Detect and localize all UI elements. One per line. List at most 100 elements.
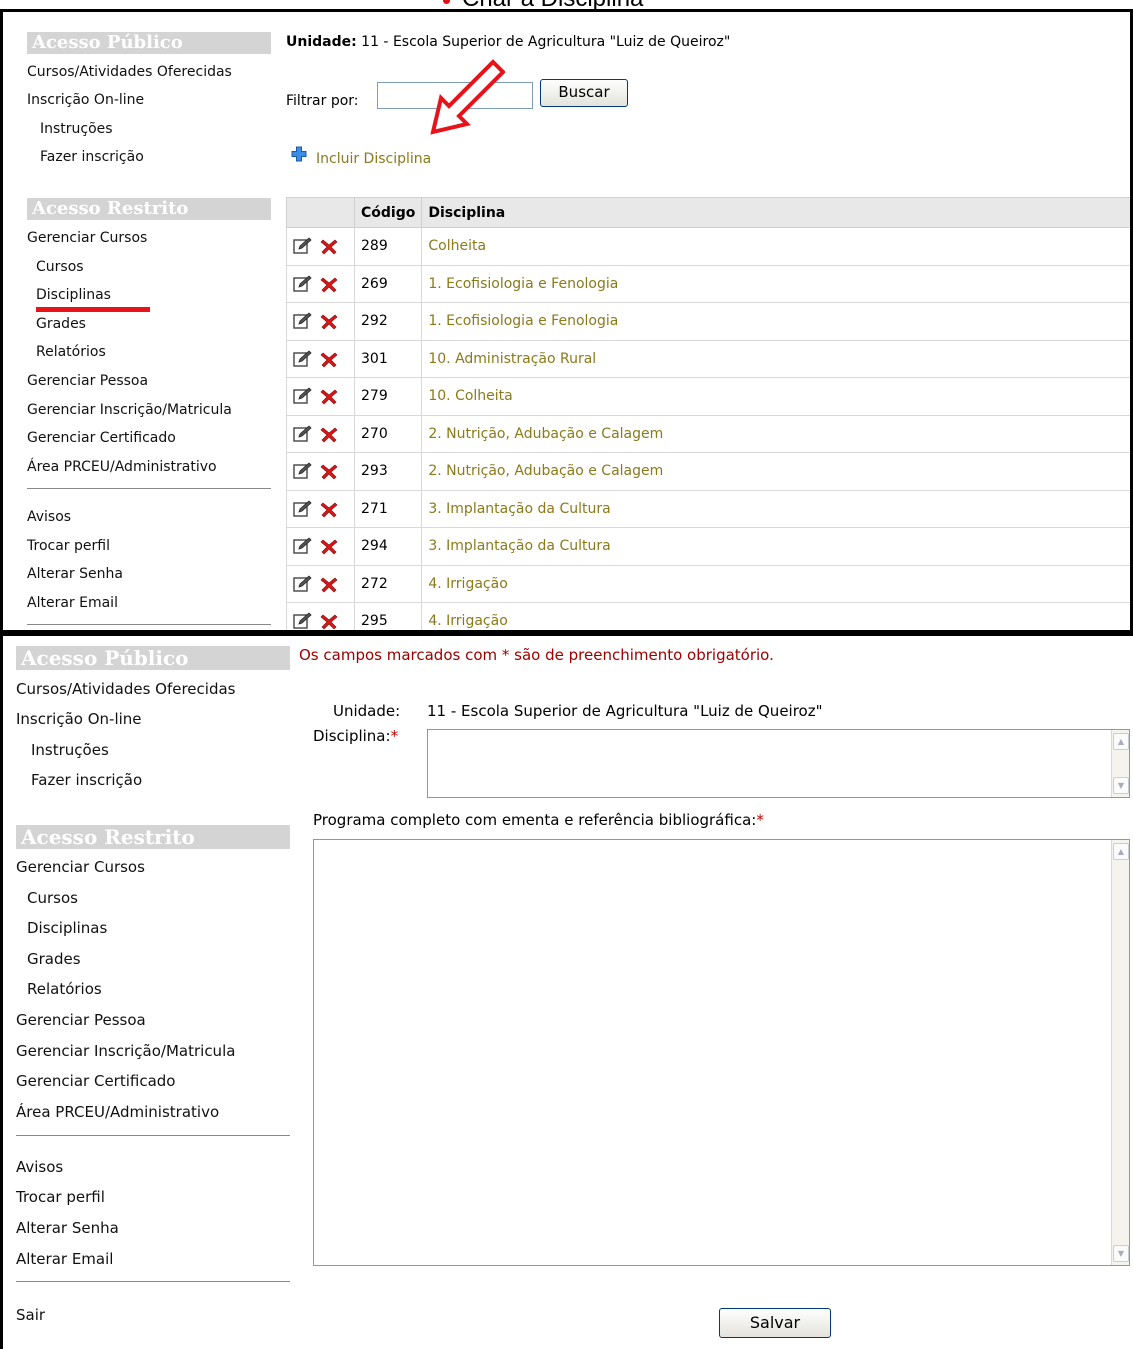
discipline-label: Disciplina:* xyxy=(313,727,398,745)
edit-icon[interactable] xyxy=(293,575,313,593)
screenshot-panel-form: Acesso Público Cursos/Atividades Ofereci… xyxy=(0,633,1133,1349)
nav-manage-enrollment[interactable]: Gerenciar Inscrição/Matricula xyxy=(16,1042,235,1060)
nav-instructions[interactable]: Instruções xyxy=(40,121,113,137)
discipline-textarea[interactable]: ▲ ▼ xyxy=(427,729,1130,798)
table-row: 289 Colheita xyxy=(286,227,1130,266)
edit-icon[interactable] xyxy=(293,537,313,555)
row-code: 295 xyxy=(353,602,423,630)
nav-disciplines[interactable]: Disciplinas xyxy=(27,919,107,937)
nav-logout[interactable]: Sair xyxy=(16,1306,45,1324)
row-discipline-link[interactable]: 10. Colheita xyxy=(421,377,1130,416)
row-discipline-link[interactable]: 2. Nutrição, Adubação e Calagem xyxy=(421,414,1130,453)
delete-icon[interactable] xyxy=(319,500,339,518)
screenshot-panel-list: Acesso Público Cursos/Atividades Ofereci… xyxy=(0,9,1133,633)
row-discipline-link[interactable]: 4. Irrigação xyxy=(421,564,1130,603)
nav-change-password[interactable]: Alterar Senha xyxy=(27,566,123,582)
nav-admin-area[interactable]: Área PRCEU/Administrativo xyxy=(16,1103,219,1121)
delete-icon[interactable] xyxy=(319,612,339,630)
actions-header xyxy=(286,197,355,228)
nav-admin-area[interactable]: Área PRCEU/Administrativo xyxy=(27,459,217,475)
required-mark: * xyxy=(390,727,399,745)
nav-notices[interactable]: Avisos xyxy=(16,1158,63,1176)
nav-courses[interactable]: Cursos xyxy=(36,259,84,275)
nav-enroll[interactable]: Fazer inscrição xyxy=(40,149,144,165)
nav-online-enrollment[interactable]: Inscrição On-line xyxy=(27,92,144,108)
search-button[interactable]: Buscar xyxy=(540,79,628,107)
save-button[interactable]: Salvar xyxy=(719,1308,831,1338)
row-code: 292 xyxy=(353,302,423,341)
plus-icon[interactable] xyxy=(291,146,307,162)
nav-notices[interactable]: Avisos xyxy=(27,509,71,525)
edit-icon[interactable] xyxy=(293,425,313,443)
row-actions xyxy=(286,564,355,603)
delete-icon[interactable] xyxy=(319,575,339,593)
row-discipline-link[interactable]: 3. Implantação da Cultura xyxy=(421,527,1130,566)
nav-manage-enrollment[interactable]: Gerenciar Inscrição/Matricula xyxy=(27,402,232,418)
unit-value: 11 - Escola Superior de Agricultura "Lui… xyxy=(361,34,731,50)
delete-icon[interactable] xyxy=(319,462,339,480)
delete-icon[interactable] xyxy=(319,237,339,255)
nav-manage-certificate[interactable]: Gerenciar Certificado xyxy=(16,1072,175,1090)
nav-manage-certificate[interactable]: Gerenciar Certificado xyxy=(27,430,176,446)
row-discipline-link[interactable]: 2. Nutrição, Adubação e Calagem xyxy=(421,452,1130,491)
row-discipline-link[interactable]: 3. Implantação da Cultura xyxy=(421,489,1130,528)
edit-icon[interactable] xyxy=(293,500,313,518)
delete-icon[interactable] xyxy=(319,425,339,443)
row-code: 294 xyxy=(353,527,423,566)
nav-courses[interactable]: Cursos xyxy=(27,889,78,907)
nav-disciplines[interactable]: Disciplinas xyxy=(36,287,111,303)
nav-enroll[interactable]: Fazer inscrição xyxy=(31,771,142,789)
delete-icon[interactable] xyxy=(319,312,339,330)
nav-instructions[interactable]: Instruções xyxy=(31,741,109,759)
program-scrollbar[interactable]: ▲ ▼ xyxy=(1111,840,1129,1265)
nav-change-email[interactable]: Alterar Email xyxy=(16,1250,113,1268)
table-row: 292 1. Ecofisiologia e Fenologia xyxy=(286,302,1130,341)
program-textarea[interactable]: ▲ ▼ xyxy=(313,839,1130,1266)
restricted-access-header: Acesso Restrito xyxy=(16,825,290,849)
scroll-down-icon[interactable]: ▼ xyxy=(1113,1245,1129,1262)
scroll-down-icon[interactable]: ▼ xyxy=(1113,777,1129,794)
edit-icon[interactable] xyxy=(293,237,313,255)
discipline-header: Disciplina xyxy=(421,197,1130,228)
delete-icon[interactable] xyxy=(319,350,339,368)
scroll-up-icon[interactable]: ▲ xyxy=(1113,843,1129,860)
nav-manage-person[interactable]: Gerenciar Pessoa xyxy=(27,373,148,389)
nav-manage-courses[interactable]: Gerenciar Cursos xyxy=(16,858,145,876)
edit-icon[interactable] xyxy=(293,312,313,330)
nav-switch-profile[interactable]: Trocar perfil xyxy=(27,538,110,554)
sidebar-divider xyxy=(16,1281,290,1282)
nav-online-enrollment[interactable]: Inscrição On-line xyxy=(16,710,142,728)
sidebar-divider xyxy=(27,624,271,625)
row-discipline-link[interactable]: 1. Ecofisiologia e Fenologia xyxy=(421,264,1130,303)
nav-grades[interactable]: Grades xyxy=(36,316,86,332)
nav-manage-person[interactable]: Gerenciar Pessoa xyxy=(16,1011,146,1029)
edit-icon[interactable] xyxy=(293,275,313,293)
row-discipline-link[interactable]: 10. Administração Rural xyxy=(421,339,1130,378)
unit-value: 11 - Escola Superior de Agricultura "Lui… xyxy=(427,702,823,720)
row-discipline-link[interactable]: Colheita xyxy=(421,227,1130,266)
row-discipline-link[interactable]: 4. Irrigação xyxy=(421,602,1130,630)
scroll-up-icon[interactable]: ▲ xyxy=(1113,733,1129,750)
edit-icon[interactable] xyxy=(293,387,313,405)
nav-reports[interactable]: Relatórios xyxy=(27,980,102,998)
edit-icon[interactable] xyxy=(293,462,313,480)
nav-switch-profile[interactable]: Trocar perfil xyxy=(16,1188,105,1206)
table-row: 293 2. Nutrição, Adubação e Calagem xyxy=(286,452,1130,491)
edit-icon[interactable] xyxy=(293,612,313,630)
nav-courses-offered[interactable]: Cursos/Atividades Oferecidas xyxy=(27,64,232,80)
nav-courses-offered[interactable]: Cursos/Atividades Oferecidas xyxy=(16,680,235,698)
nav-manage-courses[interactable]: Gerenciar Cursos xyxy=(27,230,147,246)
edit-icon[interactable] xyxy=(293,350,313,368)
red-arrow-icon xyxy=(430,59,505,135)
delete-icon[interactable] xyxy=(319,537,339,555)
delete-icon[interactable] xyxy=(319,275,339,293)
nav-change-email[interactable]: Alterar Email xyxy=(27,595,118,611)
row-discipline-link[interactable]: 1. Ecofisiologia e Fenologia xyxy=(421,302,1130,341)
nav-reports[interactable]: Relatórios xyxy=(36,344,106,360)
row-actions xyxy=(286,414,355,453)
discipline-scrollbar[interactable]: ▲ ▼ xyxy=(1111,730,1129,797)
include-discipline-link[interactable]: Incluir Disciplina xyxy=(316,151,431,167)
delete-icon[interactable] xyxy=(319,387,339,405)
nav-grades[interactable]: Grades xyxy=(27,950,81,968)
nav-change-password[interactable]: Alterar Senha xyxy=(16,1219,119,1237)
